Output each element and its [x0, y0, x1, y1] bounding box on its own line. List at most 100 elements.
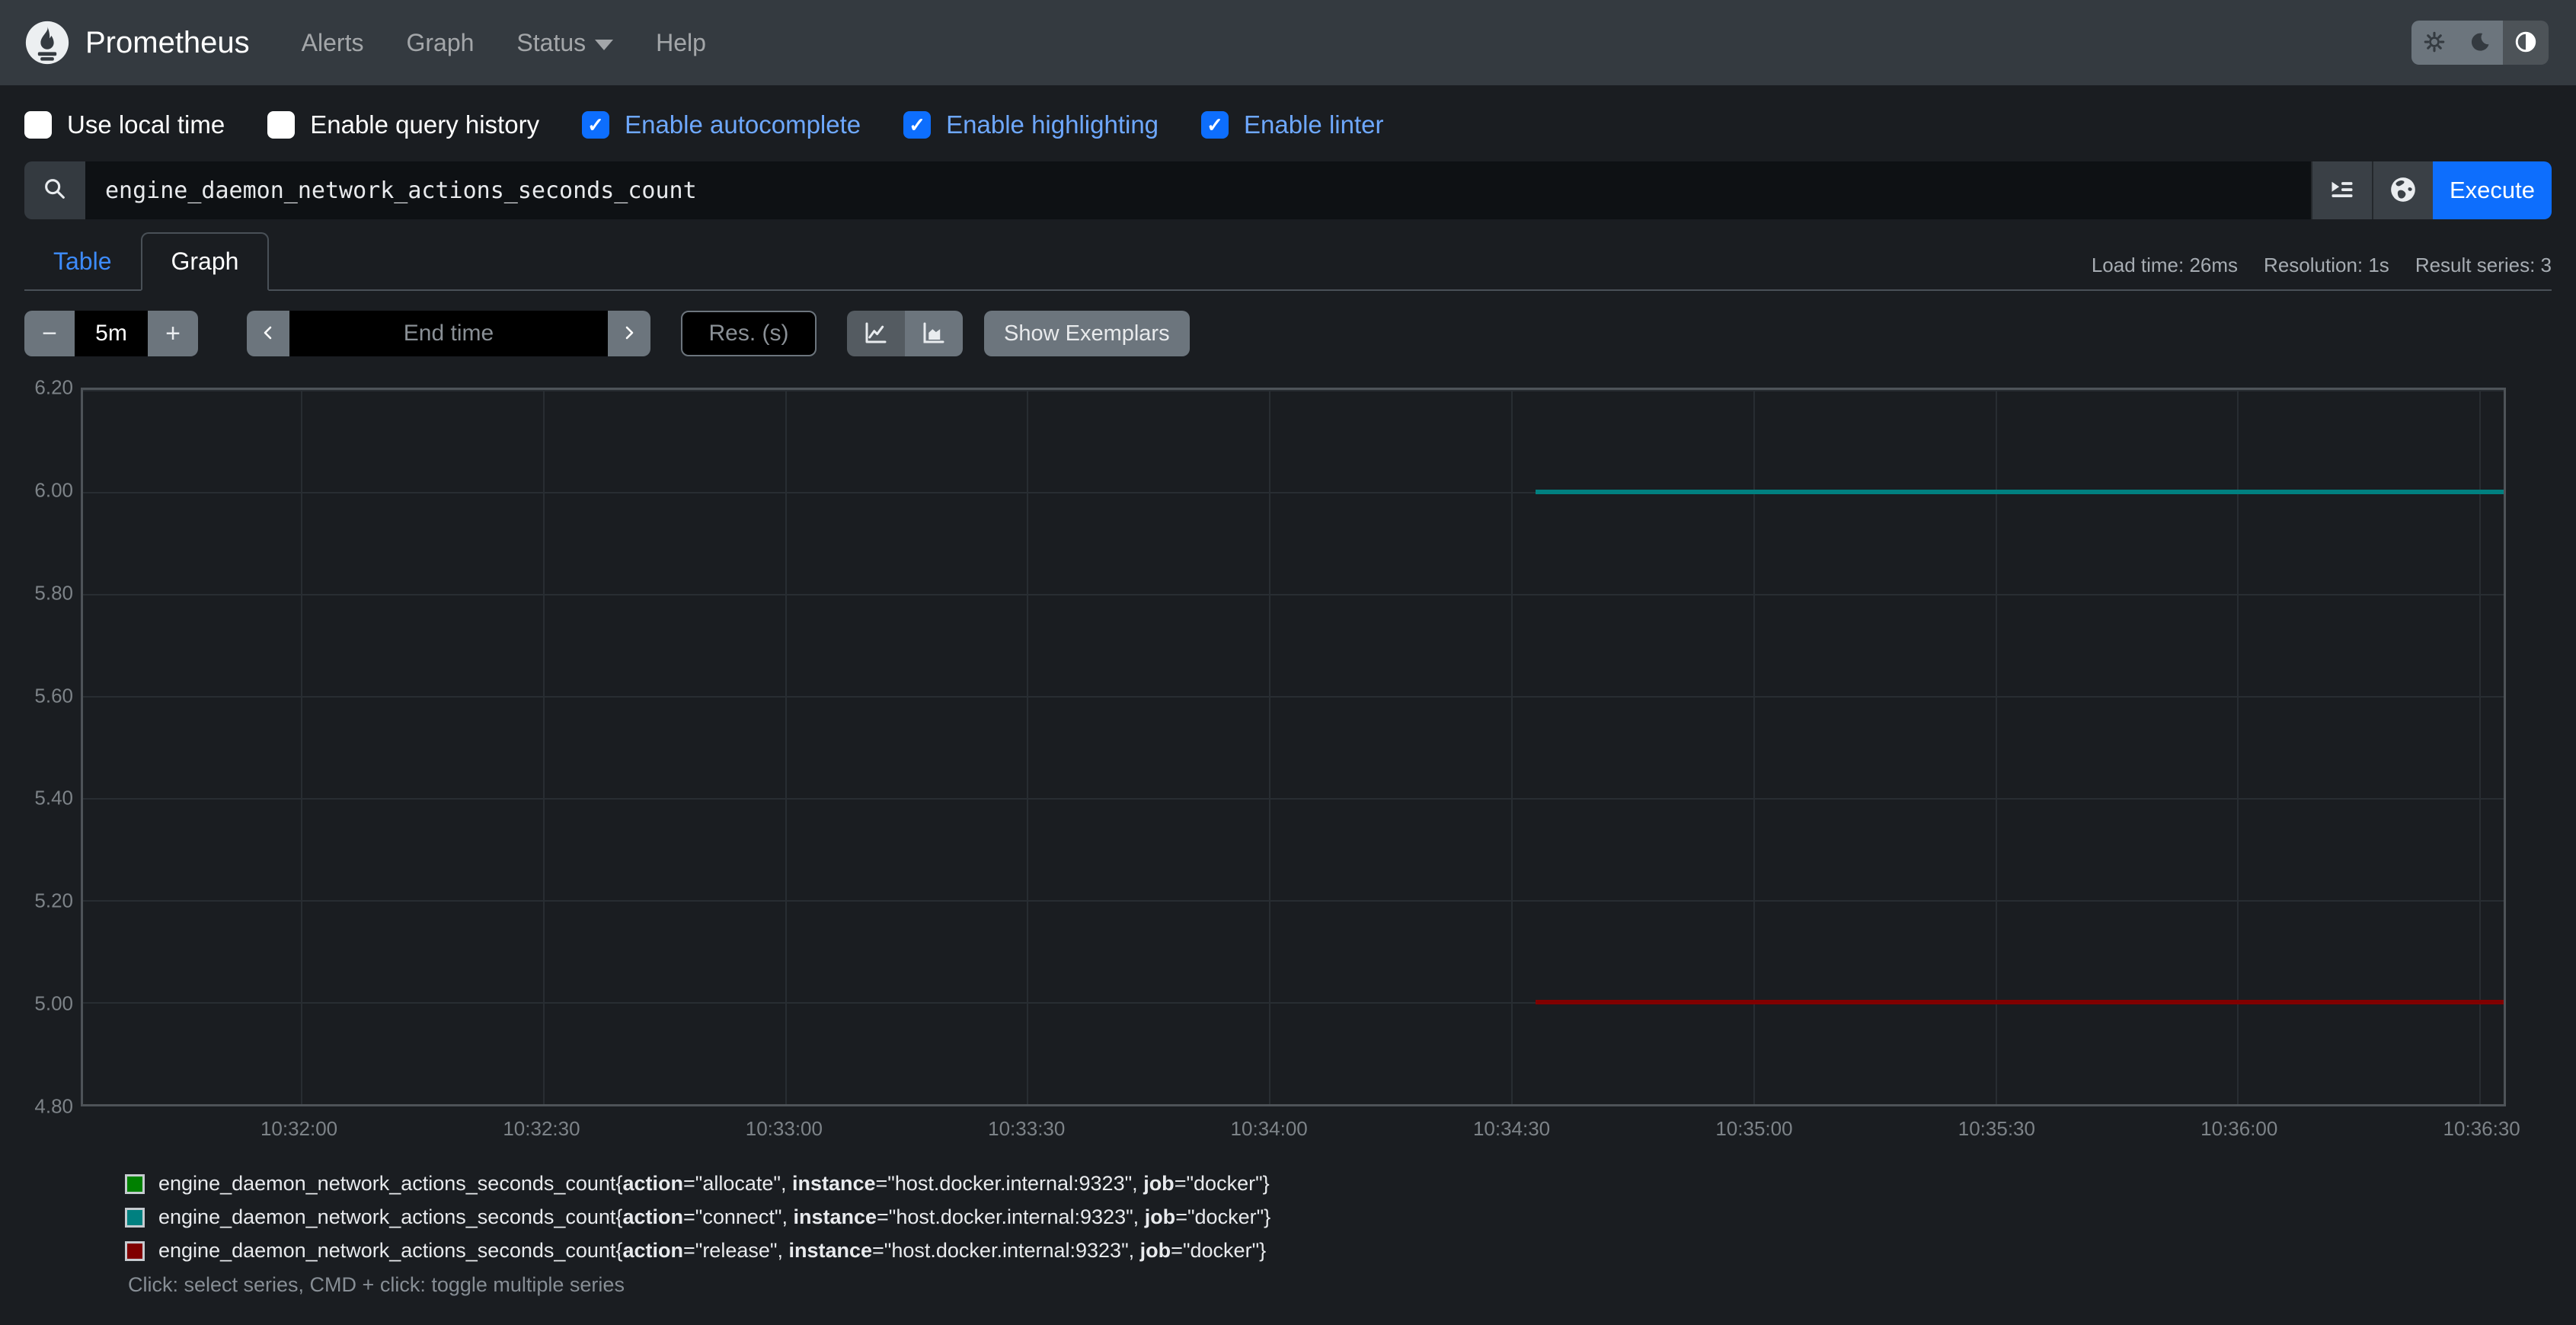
graph-controls: − + [24, 311, 2552, 356]
search-icon [42, 176, 68, 206]
chart-plot-area[interactable] [81, 388, 2506, 1106]
stacked-chart-toggle-button[interactable] [905, 311, 963, 356]
option-enable-linter[interactable]: Enable linter [1201, 110, 1383, 139]
brand-title: Prometheus [85, 25, 250, 59]
prometheus-logo-icon [24, 20, 70, 65]
metrics-explorer-button[interactable] [2372, 161, 2433, 219]
show-exemplars-button[interactable]: Show Exemplars [984, 311, 1190, 356]
execute-button[interactable]: Execute [2433, 161, 2552, 219]
nav-link-graph[interactable]: Graph [385, 29, 495, 57]
theme-light-button[interactable] [2411, 21, 2457, 65]
option-enable-autocomplete[interactable]: Enable autocomplete [582, 110, 861, 139]
range-increase-button[interactable]: + [148, 311, 198, 356]
theme-toggle-group [2411, 21, 2549, 65]
options-row: Use local time Enable query history Enab… [24, 104, 2552, 146]
y-tick-label: 5.20 [34, 889, 73, 912]
h-gridline [83, 390, 2504, 391]
v-gridline [2237, 390, 2239, 1104]
navbar: Prometheus Alerts Graph Status Help [0, 0, 2576, 85]
chart-legend: engine_daemon_network_actions_seconds_co… [125, 1172, 2576, 1263]
end-time-group [247, 311, 650, 356]
search-box [24, 161, 85, 219]
option-enable-query-history[interactable]: Enable query history [267, 110, 539, 139]
caret-down-icon [595, 40, 614, 50]
y-tick-label: 5.60 [34, 684, 73, 707]
stacked-chart-icon [920, 319, 948, 349]
end-time-forward-button[interactable] [608, 311, 650, 356]
nav-link-alerts[interactable]: Alerts [280, 29, 385, 57]
v-gridline [1269, 390, 1271, 1104]
x-tick-label: 10:35:00 [1715, 1117, 1793, 1140]
series-swatch [125, 1173, 145, 1194]
x-axis: 10:32:00 10:32:30 10:33:00 10:33:30 10:34:00… [81, 1106, 2520, 1145]
tab-graph[interactable]: Graph [140, 232, 270, 291]
x-tick-label: 10:34:30 [1472, 1117, 1551, 1140]
x-tick-label: 10:35:30 [1958, 1117, 2035, 1140]
y-tick-label: 6.00 [34, 478, 73, 502]
globe-icon [2389, 175, 2418, 206]
y-tick-label: 5.80 [34, 581, 73, 605]
v-gridline [542, 390, 545, 1104]
x-tick-label: 10:34:00 [1230, 1117, 1308, 1140]
option-use-local-time[interactable]: Use local time [24, 110, 225, 139]
end-time-input[interactable] [289, 311, 608, 356]
y-tick-label: 4.80 [34, 1094, 73, 1118]
legend-item-allocate[interactable]: engine_daemon_network_actions_seconds_co… [125, 1172, 2576, 1196]
x-tick-label: 10:36:00 [2200, 1117, 2278, 1140]
x-tick-label: 10:36:30 [2443, 1117, 2520, 1140]
range-group: − + [24, 311, 198, 356]
nav-links: Alerts Graph Status Help [280, 29, 727, 57]
checkbox[interactable] [24, 111, 52, 139]
series-line-connect [1535, 490, 2504, 494]
format-expression-button[interactable] [2311, 161, 2372, 219]
series-label: engine_daemon_network_actions_seconds_co… [158, 1172, 1270, 1195]
h-gridline [83, 594, 2504, 595]
theme-auto-button[interactable] [2503, 21, 2549, 65]
checkbox[interactable] [267, 111, 296, 139]
legend-help-text: Click: select series, CMD + click: toggl… [128, 1273, 625, 1296]
format-icon [2328, 176, 2356, 206]
v-gridline [1753, 390, 1755, 1104]
v-gridline [2479, 390, 2482, 1104]
theme-dark-button[interactable] [2457, 21, 2503, 65]
y-tick-label: 5.40 [34, 786, 73, 809]
v-gridline [1027, 390, 1029, 1104]
load-time-stat: Load time: 26ms [2091, 253, 2239, 276]
x-tick-label: 10:33:30 [988, 1117, 1066, 1140]
chevron-right-icon [620, 319, 638, 349]
legend-item-release[interactable]: engine_daemon_network_actions_seconds_co… [125, 1239, 2576, 1263]
query-input[interactable] [85, 161, 2311, 219]
h-gridline [83, 798, 2504, 800]
h-gridline [83, 900, 2504, 902]
checkbox[interactable] [1201, 111, 1229, 139]
x-tick-label: 10:32:30 [503, 1117, 580, 1140]
y-tick-label: 6.20 [34, 375, 73, 399]
series-label: engine_daemon_network_actions_seconds_co… [158, 1239, 1267, 1262]
series-swatch [125, 1240, 145, 1261]
end-time-back-button[interactable] [247, 311, 289, 356]
circle-half-icon [2514, 30, 2538, 56]
checkbox[interactable] [903, 111, 932, 139]
line-chart-icon [862, 319, 890, 349]
result-series-stat: Result series: 3 [2415, 253, 2552, 276]
line-chart-toggle-button[interactable] [847, 311, 905, 356]
query-stats: Load time: 26ms Resolution: 1s Result se… [2092, 246, 2552, 277]
resolution-input[interactable] [681, 311, 817, 356]
nav-link-help[interactable]: Help [634, 29, 727, 57]
option-enable-highlighting[interactable]: Enable highlighting [903, 110, 1159, 139]
range-input[interactable] [75, 311, 148, 356]
moon-icon [2469, 30, 2491, 56]
checkbox[interactable] [582, 111, 610, 139]
series-swatch [125, 1207, 145, 1228]
tabs-bar: Table Graph Load time: 26ms Resolution: … [24, 232, 2552, 291]
brand[interactable]: Prometheus [24, 20, 250, 65]
sun-icon [2423, 30, 2446, 56]
series-label: engine_daemon_network_actions_seconds_co… [158, 1205, 1271, 1228]
legend-item-connect[interactable]: engine_daemon_network_actions_seconds_co… [125, 1205, 2576, 1229]
v-gridline [1511, 390, 1513, 1104]
range-decrease-button[interactable]: − [24, 311, 75, 356]
v-gridline [785, 390, 787, 1104]
nav-link-status[interactable]: Status [495, 29, 634, 57]
v-gridline [301, 390, 303, 1104]
tab-table[interactable]: Table [24, 234, 141, 289]
